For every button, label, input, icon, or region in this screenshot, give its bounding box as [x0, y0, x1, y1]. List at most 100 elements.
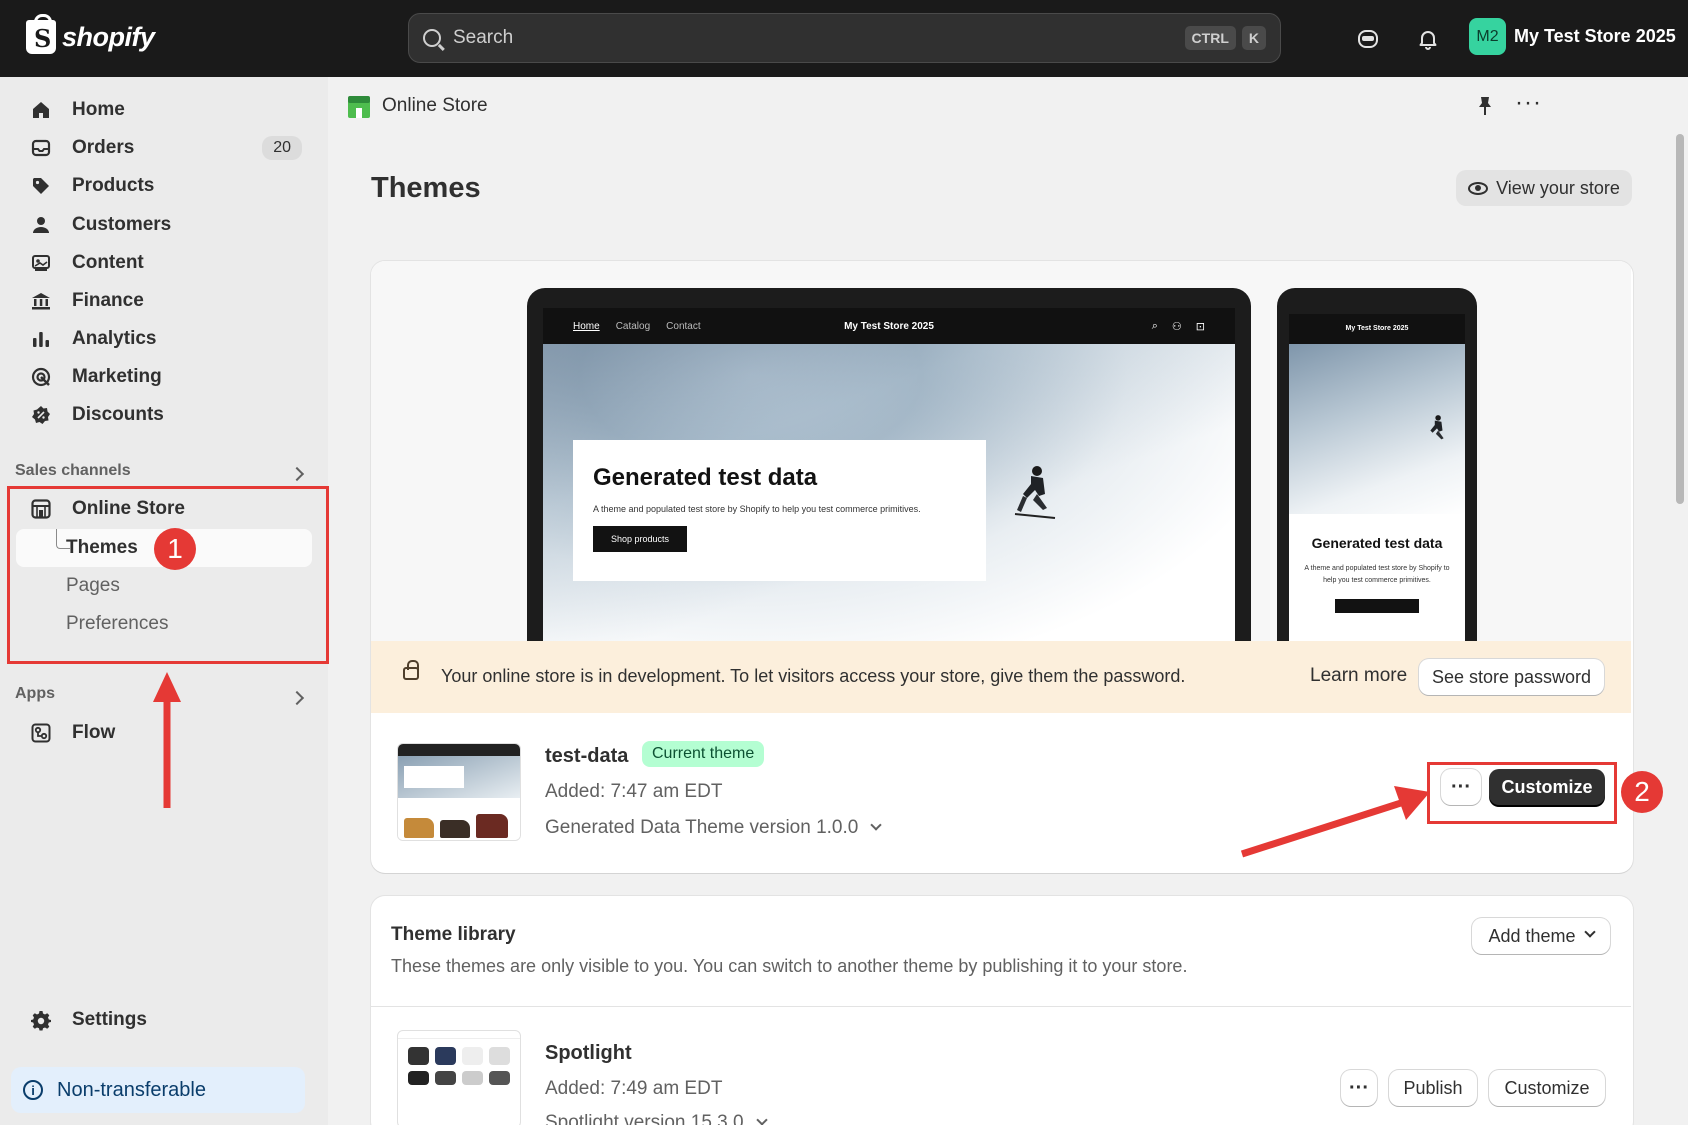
sidebar-item-analytics[interactable]: Analytics [16, 321, 312, 357]
sidebar-item-label: Orders [72, 137, 135, 158]
view-store-button[interactable]: View your store [1456, 170, 1632, 206]
cart-icon: ⊡ [1195, 320, 1205, 333]
search-bar[interactable]: CTRL K [408, 13, 1281, 63]
current-theme-added: Added: 7:47 am EDT [545, 781, 723, 802]
sidebar-item-label: Finance [72, 290, 144, 311]
mobile-preview: My Test Store 2025 Generated test data A… [1277, 288, 1477, 648]
preview-nav-catalog: Catalog [615, 320, 651, 332]
add-theme-button[interactable]: Add theme [1472, 918, 1610, 954]
see-store-password-button[interactable]: See store password [1419, 659, 1604, 695]
spotlight-thumbnail[interactable] [397, 1030, 521, 1125]
lock-icon [403, 660, 419, 680]
tag-icon [30, 175, 52, 197]
annotation-number-2: 2 [1621, 771, 1663, 813]
current-theme-badge: Current theme [642, 741, 765, 767]
sidebar-item-discounts[interactable]: Discounts [16, 397, 312, 433]
brand-name: shopify [62, 21, 155, 52]
sidebar-item-settings[interactable]: Settings [16, 1002, 312, 1038]
sidebar-item-label: Flow [72, 722, 116, 743]
sidebar-item-label: Discounts [72, 404, 164, 425]
learn-more-link[interactable]: Learn more [1310, 665, 1407, 687]
preview-nav-contact: Contact [666, 320, 701, 332]
preview-hero-desc: A theme and populated test store by Shop… [593, 504, 921, 514]
spotlight-theme-version-label: Spotlight version 15.3.0 [545, 1112, 744, 1125]
apps-chevron-icon[interactable] [289, 690, 305, 706]
shortcut-ctrl: CTRL [1184, 26, 1236, 50]
current-theme-name: test-data [545, 745, 629, 767]
spotlight-customize-button[interactable]: Customize [1489, 1070, 1605, 1106]
preview-nav: Home Catalog Contact My Test Store 2025 … [543, 308, 1235, 344]
header-title: Online Store [382, 95, 488, 116]
sidebar-item-label: Home [72, 99, 125, 120]
current-theme-version[interactable]: Generated Data Theme version 1.0.0 [545, 817, 883, 839]
non-transferable-banner[interactable]: i Non-transferable [11, 1067, 305, 1113]
chevron-down-icon [1583, 926, 1596, 938]
spotlight-theme-added: Added: 7:49 am EDT [545, 1078, 723, 1099]
spotlight-theme-name: Spotlight [545, 1042, 632, 1064]
shopify-logo[interactable]: shopify [26, 14, 155, 54]
sidebar-item-label: Content [72, 252, 144, 273]
top-bar: shopify CTRL K M2 My Test Store 2025 [0, 0, 1688, 77]
current-theme-thumbnail[interactable] [397, 743, 521, 841]
sidebar-item-content[interactable]: Content [16, 245, 312, 281]
scrollbar[interactable] [1676, 134, 1684, 504]
pin-icon[interactable] [1476, 95, 1494, 117]
sales-channels-chevron-icon[interactable] [289, 466, 305, 482]
bar-chart-icon [30, 328, 52, 350]
preview-brand: My Test Store 2025 [844, 320, 934, 332]
sales-channels-label: Sales channels [15, 462, 131, 479]
sidebar-item-label: Customers [72, 214, 172, 235]
spotlight-theme-version[interactable]: Spotlight version 15.3.0 [545, 1112, 768, 1125]
mobile-preview-title: Generated test data [1311, 535, 1443, 551]
info-icon: i [23, 1080, 43, 1100]
eye-icon [1468, 181, 1489, 195]
annotation-number-1: 1 [154, 528, 196, 570]
content-icon [30, 252, 52, 274]
preview-hero-image: Generated test data A theme and populate… [543, 344, 1235, 648]
mobile-preview-button [1335, 599, 1419, 613]
sidebar-item-finance[interactable]: Finance [16, 283, 312, 319]
page-title: Themes [371, 172, 481, 204]
avatar: M2 [1469, 18, 1506, 55]
account-icon: ⚇ [1171, 320, 1182, 333]
annotation-box-sidebar [7, 486, 329, 664]
mobile-preview-brand: My Test Store 2025 [1289, 314, 1465, 344]
view-store-label: View your store [1496, 177, 1620, 198]
home-icon [30, 99, 52, 121]
theme-preview[interactable]: Home Catalog Contact My Test Store 2025 … [371, 261, 1631, 648]
sidebar-item-products[interactable]: Products [16, 168, 312, 204]
search-icon: ⌕ [1151, 319, 1158, 332]
annotation-arrow-right [1240, 786, 1430, 858]
orders-icon [30, 137, 52, 159]
shortcut-k: K [1241, 26, 1266, 50]
sidekick-icon[interactable] [1351, 22, 1385, 56]
sidebar-item-home[interactable]: Home [16, 92, 312, 128]
sidebar-item-label: Marketing [72, 366, 162, 387]
annotation-arrow-up [153, 672, 181, 808]
more-options-icon[interactable]: ··· [1515, 89, 1542, 117]
bell-icon[interactable] [1411, 22, 1445, 56]
target-icon [30, 366, 52, 388]
flow-icon [30, 722, 52, 744]
online-store-app-icon [348, 96, 370, 118]
discount-icon [30, 404, 52, 426]
sidebar-item-customers[interactable]: Customers [16, 207, 312, 243]
publish-button[interactable]: Publish [1389, 1070, 1477, 1106]
search-input[interactable] [453, 27, 1179, 49]
store-menu[interactable]: M2 My Test Store 2025 [1469, 18, 1676, 55]
theme-library-card: Theme library These themes are only visi… [371, 896, 1633, 1125]
skier-image [1014, 466, 1056, 519]
page-header: Online Store ··· [328, 77, 1688, 137]
mobile-preview-hero-image [1289, 344, 1465, 514]
development-banner: Your online store is in development. To … [371, 641, 1631, 713]
store-name: My Test Store 2025 [1514, 26, 1676, 46]
chevron-down-icon [755, 1114, 768, 1125]
library-theme-row: Spotlight Added: 7:49 am EDT Spotlight v… [371, 1006, 1631, 1125]
preview-nav-icons: ⌕ ⚇ ⊡ [1152, 320, 1205, 333]
sidebar-item-label: Analytics [72, 328, 157, 349]
gear-icon [30, 1009, 52, 1031]
sidebar-item-orders[interactable]: Orders 20 [16, 130, 312, 166]
non-transferable-label: Non-transferable [57, 1078, 206, 1101]
sidebar-item-marketing[interactable]: Marketing [16, 359, 312, 395]
spotlight-more-button[interactable]: ··· [1341, 1070, 1377, 1106]
